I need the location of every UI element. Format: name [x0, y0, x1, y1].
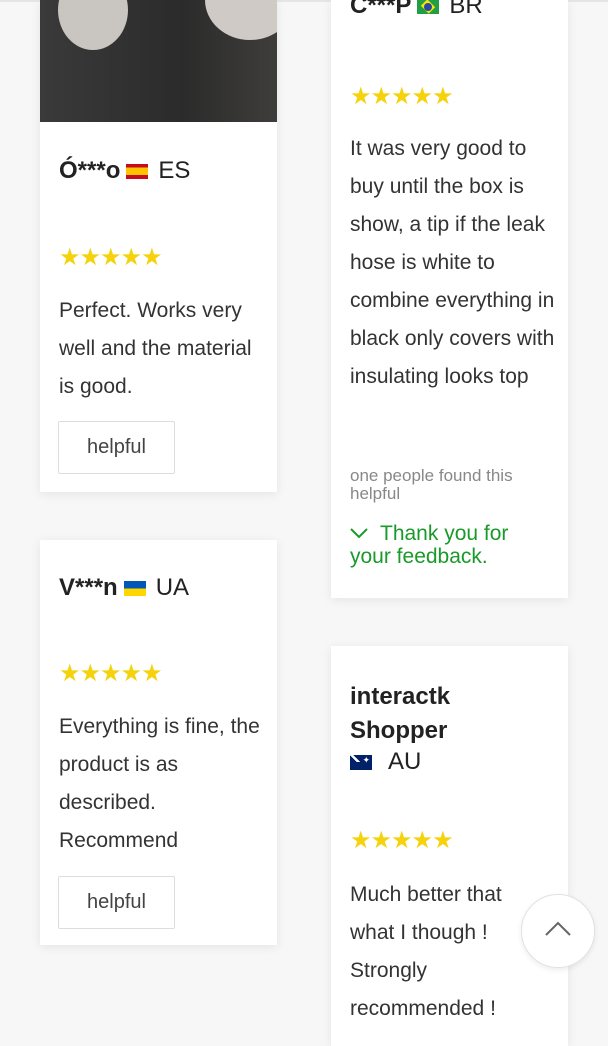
reviewer-country: UA — [155, 574, 190, 601]
reviewer-name: Ó***o — [59, 157, 121, 184]
scroll-to-top-button[interactable] — [521, 894, 595, 968]
helpful-button[interactable]: helpful — [58, 876, 175, 929]
brazil-flag-icon — [417, 0, 440, 14]
reviewer-country: AU — [388, 748, 422, 775]
australia-flag-icon — [350, 754, 372, 770]
reviewer-name: C***P — [350, 0, 412, 19]
review-text: Everything is fine, the product is as de… — [59, 715, 260, 852]
reviewer-info: V***n UA — [59, 574, 189, 602]
reviewer-name: V***n — [59, 574, 118, 601]
helpful-count: one people found this helpful — [350, 466, 513, 503]
reviewer-country: BR — [449, 0, 483, 19]
reviewer-info: interactk Shopper AU — [350, 680, 550, 776]
ukraine-flag-icon — [123, 580, 146, 596]
star-rating: ★★★★★ — [59, 660, 163, 687]
review-text: Much better that what I though ! Strongl… — [350, 883, 502, 1020]
star-rating: ★★★★★ — [350, 827, 454, 854]
star-rating: ★★★★★ — [59, 244, 163, 271]
review-text: Perfect. Works very well and the materia… — [59, 299, 252, 398]
reviewer-info: Ó***o ES — [59, 157, 190, 185]
spain-flag-icon — [126, 163, 149, 179]
reviewer-name: interactk Shopper — [350, 683, 451, 744]
review-photo[interactable] — [40, 0, 277, 122]
thank-you-text: Thank you for your feedback. — [350, 522, 509, 568]
reviewer-info: C***P BR — [350, 0, 483, 20]
star-rating: ★★★★★ — [350, 83, 454, 110]
helpful-button[interactable]: helpful — [58, 421, 175, 474]
chevron-up-icon — [544, 921, 572, 942]
feedback-confirmation: Thank you for your feedback. — [350, 522, 550, 568]
review-text: It was very good to buy until the box is… — [350, 137, 555, 388]
reviewer-country: ES — [158, 157, 191, 184]
